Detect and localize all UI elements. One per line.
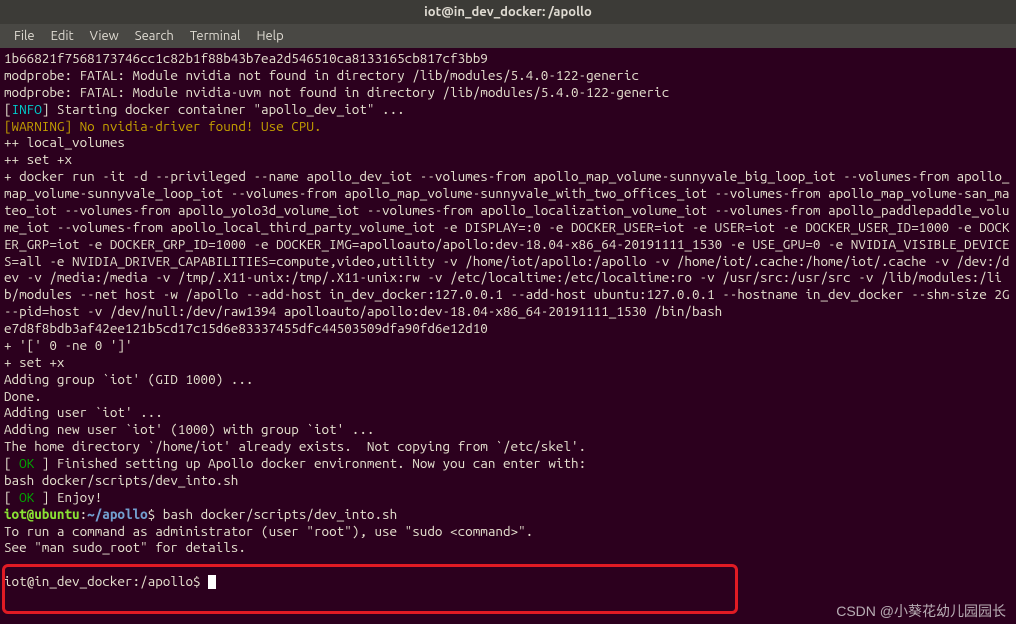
output-line: e7d8f8bdb3af42ee121b5cd17c15d6e83337455d…	[4, 320, 488, 336]
menu-search[interactable]: Search	[127, 26, 182, 46]
output-line: + set +x	[4, 354, 64, 370]
prompt-dollar: $	[148, 506, 163, 522]
docker-run-line: + docker run -it -d --privileged --name …	[4, 168, 1016, 319]
warning-line: [WARNING] No nvidia-driver found! Use CP…	[4, 118, 322, 134]
cursor-block	[208, 575, 216, 589]
output-line: + '[' 0 -ne 0 ']'	[4, 337, 133, 353]
menu-file[interactable]: File	[6, 26, 43, 46]
info-tag: INFO	[12, 101, 42, 117]
output-line: ++ local_volumes	[4, 134, 125, 150]
output-line: Finished setting up Apollo docker enviro…	[49, 455, 586, 471]
watermark-text: CSDN @小葵花幼儿园园长	[836, 603, 1006, 621]
menu-terminal[interactable]: Terminal	[182, 26, 249, 46]
ok-bracket: [	[4, 455, 19, 471]
output-line: modprobe: FATAL: Module nvidia-uvm not f…	[4, 84, 669, 100]
menu-view[interactable]: View	[82, 26, 127, 46]
output-line: Enjoy!	[49, 489, 102, 505]
output-line: Adding group `iot' (GID 1000) ...	[4, 371, 253, 387]
prompt-user: iot@ubuntu	[4, 506, 80, 522]
output-line: Adding new user `iot' (1000) with group …	[4, 421, 374, 437]
prompt-command: bash docker/scripts/dev_into.sh	[163, 506, 397, 522]
menubar: File Edit View Search Terminal Help	[0, 24, 1016, 48]
menu-edit[interactable]: Edit	[43, 26, 82, 46]
window-title: iot@in_dev_docker: /apollo	[424, 4, 592, 20]
menu-help[interactable]: Help	[248, 26, 291, 46]
output-line: Adding user `iot' ...	[4, 404, 163, 420]
prompt-path: ~/apollo	[87, 506, 147, 522]
output-line: bash docker/scripts/dev_into.sh	[4, 472, 238, 488]
ok-tag: OK	[19, 455, 34, 471]
output-line: modprobe: FATAL: Module nvidia not found…	[4, 67, 639, 83]
info-bracket: [	[4, 101, 12, 117]
ok-bracket: [	[4, 489, 19, 505]
output-line: The home directory `/home/iot' already e…	[4, 438, 586, 454]
terminal-output[interactable]: 1b66821f7568173746cc1c82b1f88b43b7ea2d54…	[0, 48, 1016, 592]
window-titlebar: iot@in_dev_docker: /apollo	[0, 0, 1016, 24]
output-line: To run a command as administrator (user …	[4, 523, 533, 539]
output-line: Done.	[4, 388, 42, 404]
ok-bracket: ]	[34, 489, 49, 505]
ok-tag: OK	[19, 489, 34, 505]
output-line: 1b66821f7568173746cc1c82b1f88b43b7ea2d54…	[4, 50, 488, 66]
ok-bracket: ]	[34, 455, 49, 471]
output-line: Starting docker container "apollo_dev_io…	[49, 101, 404, 117]
output-line: See "man sudo_root" for details.	[4, 539, 246, 555]
output-line: ++ set +x	[4, 151, 72, 167]
prompt-line: iot@in_dev_docker:/apollo$	[4, 573, 208, 589]
